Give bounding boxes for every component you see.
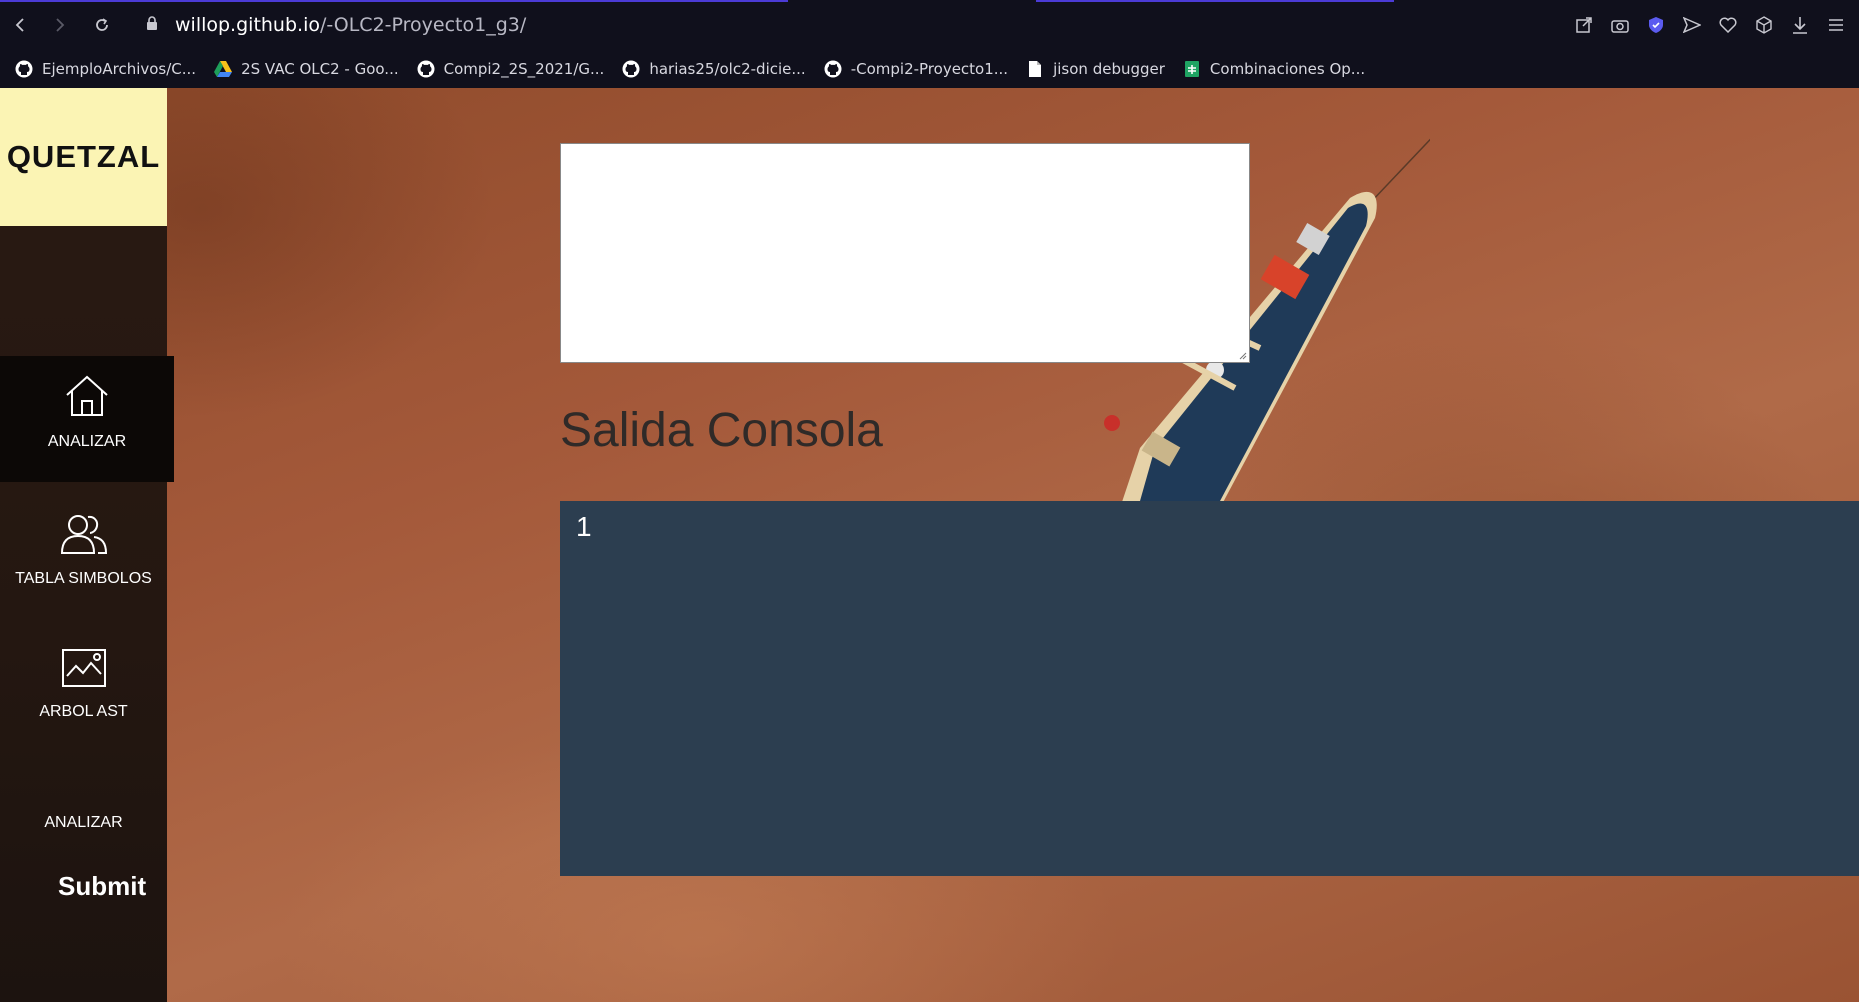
browser-toolbar: willop.github.io/-OLC2-Proyecto1_g3/ (0, 0, 1859, 50)
bookmark-item[interactable]: -Compi2-Proyecto1... (823, 59, 1008, 79)
github-icon (416, 59, 436, 79)
sidebar-item-analizar[interactable]: ANALIZAR (0, 356, 174, 482)
bookmarks-bar: EjemploArchivos/C... 2S VAC OLC2 - Goo..… (0, 50, 1859, 88)
console-title: Salida Consola (560, 404, 883, 457)
sidebar-item-label: ANALIZAR (47, 433, 127, 450)
sidebar: QUETZAL ANALIZAR TABLA SIMBOLOS ARBOL AS… (0, 88, 174, 1002)
bookmark-label: harias25/olc2-dicie... (649, 60, 806, 78)
browser-tools (1571, 12, 1849, 38)
code-editor-input[interactable] (560, 143, 1250, 363)
camera-icon[interactable] (1607, 12, 1633, 38)
send-icon[interactable] (1679, 12, 1705, 38)
lock-icon (145, 15, 159, 36)
users-icon (60, 513, 108, 560)
google-sheets-icon (1182, 59, 1202, 79)
bookmark-item[interactable]: Combinaciones Op... (1182, 59, 1365, 79)
submit-button[interactable]: Submit (58, 871, 146, 902)
image-icon (61, 648, 107, 693)
loading-indicator-left (0, 0, 788, 2)
bookmark-item[interactable]: EjemploArchivos/C... (14, 59, 196, 79)
bookmark-item[interactable]: harias25/olc2-dicie... (621, 59, 806, 79)
sidebar-item-analizar-2[interactable]: ANALIZAR (0, 804, 167, 832)
bookmark-item[interactable]: Compi2_2S_2021/G... (416, 59, 605, 79)
vpn-shield-icon[interactable] (1643, 12, 1669, 38)
github-icon (14, 59, 34, 79)
bookmark-label: 2S VAC OLC2 - Goo... (241, 60, 399, 78)
document-icon (1025, 59, 1045, 79)
brand-logo: QUETZAL (0, 88, 167, 226)
sidebar-item-tabla-simbolos[interactable]: TABLA SIMBOLOS (0, 513, 167, 588)
loading-indicator-right (1036, 0, 1394, 2)
bookmark-item[interactable]: jison debugger (1025, 59, 1165, 79)
page-content: QUETZAL ANALIZAR TABLA SIMBOLOS ARBOL AS… (0, 88, 1859, 1002)
bookmark-label: Compi2_2S_2021/G... (443, 60, 605, 78)
url-host: willop.github.io (175, 14, 320, 36)
brand-title: QUETZAL (6, 139, 161, 174)
share-icon[interactable] (1571, 12, 1597, 38)
reload-icon (96, 18, 108, 31)
url-path: /-OLC2-Proyecto1_g3/ (319, 14, 527, 36)
forward-button[interactable] (46, 12, 72, 38)
sidebar-item-label: ARBOL AST (39, 703, 128, 720)
forward-arrow-icon (56, 18, 65, 32)
bookmark-label: EjemploArchivos/C... (42, 60, 197, 78)
home-icon (64, 374, 110, 423)
console-output: 1 (560, 501, 1859, 876)
sidebar-item-label: ANALIZAR (44, 814, 123, 831)
menu-icon[interactable] (1823, 12, 1849, 38)
back-arrow-icon (15, 18, 24, 32)
sidebar-item-label: TABLA SIMBOLOS (15, 570, 152, 587)
heart-icon[interactable] (1715, 12, 1741, 38)
console-line: 1 (576, 511, 592, 542)
address-bar[interactable]: willop.github.io/-OLC2-Proyecto1_g3/ (145, 8, 1545, 42)
back-button[interactable] (8, 12, 34, 38)
sidebar-item-arbol-ast[interactable]: ARBOL AST (0, 648, 167, 721)
bookmark-item[interactable]: 2S VAC OLC2 - Goo... (213, 59, 399, 79)
bookmark-label: -Compi2-Proyecto1... (850, 60, 1009, 78)
resize-handle-icon[interactable] (1239, 352, 1247, 360)
bookmark-label: jison debugger (1053, 60, 1165, 78)
bookmark-label: Combinaciones Op... (1209, 60, 1366, 78)
github-icon (621, 59, 641, 79)
google-drive-icon (213, 59, 233, 79)
github-icon (823, 59, 843, 79)
reload-button[interactable] (89, 12, 115, 38)
url-text: willop.github.io/-OLC2-Proyecto1_g3/ (175, 14, 526, 36)
box-icon[interactable] (1751, 12, 1777, 38)
download-icon[interactable] (1787, 12, 1813, 38)
